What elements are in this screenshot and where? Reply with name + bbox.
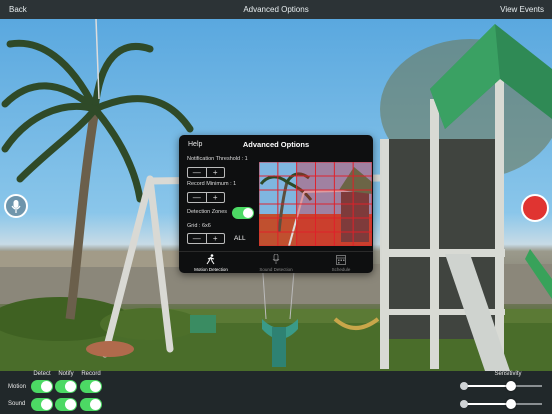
tab-label: Sound Detection <box>259 267 293 272</box>
zone-cell[interactable] <box>333 162 354 177</box>
grid-stepper: — + <box>187 233 225 244</box>
zone-cell[interactable] <box>315 203 335 219</box>
sensitivity-label: Sensitivity <box>494 371 522 377</box>
zone-cell[interactable] <box>315 189 335 205</box>
notification-threshold-stepper: — + <box>187 167 225 178</box>
panel-title: Advanced Options <box>242 140 310 149</box>
view-events-button[interactable]: View Events <box>500 5 544 14</box>
record-button[interactable] <box>521 194 549 222</box>
zone-cell[interactable] <box>315 175 335 191</box>
zone-cell[interactable] <box>296 189 316 205</box>
page-title: Advanced Options <box>243 5 309 14</box>
record-minimum-stepper: — + <box>187 192 225 203</box>
zone-cell[interactable] <box>352 162 372 177</box>
decrement-button[interactable]: — <box>188 168 206 177</box>
increment-button[interactable]: + <box>205 168 225 177</box>
tab-schedule[interactable]: Schedule <box>309 254 373 272</box>
decrement-button[interactable]: — <box>188 234 206 243</box>
slider-thumb[interactable] <box>505 381 516 391</box>
increment-button[interactable]: + <box>205 234 225 243</box>
record-column-header: Record <box>81 371 101 377</box>
zone-cell[interactable] <box>296 217 316 233</box>
slider-thumb[interactable] <box>505 399 516 409</box>
zone-cell[interactable] <box>296 231 316 246</box>
zone-cell[interactable] <box>315 231 335 246</box>
motion-detect-toggle[interactable] <box>31 380 53 393</box>
sound-sensitivity-slider[interactable] <box>460 399 542 409</box>
zone-cell[interactable] <box>333 189 354 205</box>
zone-preview <box>259 162 372 246</box>
microphone-icon <box>11 200 21 213</box>
zone-cell[interactable] <box>352 189 372 205</box>
record-minimum-label: Record Minimum : 1 <box>187 181 237 187</box>
advanced-options-panel: Help Advanced Options Notification Thres… <box>179 135 373 273</box>
grid-label: Grid : 6x6 <box>187 223 211 229</box>
detection-zone-grid[interactable] <box>259 162 372 246</box>
detection-zones-label: Detection Zones <box>187 209 228 215</box>
select-all-zones-button[interactable]: ALL <box>234 235 246 242</box>
microphone-icon <box>272 254 280 264</box>
slider-min-icon <box>460 400 468 408</box>
zone-cell[interactable] <box>333 217 354 233</box>
running-person-icon <box>206 254 215 265</box>
increment-button[interactable]: + <box>205 193 225 202</box>
sound-record-toggle[interactable] <box>80 398 102 411</box>
zone-cell[interactable] <box>333 231 354 246</box>
detection-zones-toggle[interactable] <box>232 207 254 219</box>
decrement-button[interactable]: — <box>188 193 206 202</box>
sound-notify-toggle[interactable] <box>55 398 77 411</box>
detection-controls-bar: Detect Notify Record Motion Sound Sensit… <box>0 371 552 414</box>
zone-cell[interactable] <box>352 175 372 191</box>
tab-label: Schedule <box>331 267 351 272</box>
nav-bar: Back Advanced Options View Events <box>0 0 552 19</box>
motion-sensitivity-slider[interactable] <box>460 381 542 391</box>
sound-detect-toggle[interactable] <box>31 398 53 411</box>
zone-cell[interactable] <box>333 175 354 191</box>
microphone-button[interactable] <box>4 194 28 218</box>
zone-cell[interactable] <box>352 203 372 219</box>
sound-row-label: Sound <box>8 401 26 407</box>
zone-cell[interactable] <box>296 175 316 191</box>
motion-row-label: Motion <box>8 384 27 390</box>
calendar-icon <box>336 255 346 265</box>
zone-cell[interactable] <box>352 231 372 246</box>
zone-cell[interactable] <box>315 217 335 233</box>
tab-motion-detection[interactable]: Motion Detection <box>179 254 243 272</box>
notification-threshold-label: Notification Threshold : 1 <box>187 156 248 162</box>
motion-notify-toggle[interactable] <box>55 380 77 393</box>
slider-min-icon <box>460 382 468 390</box>
zone-cell[interactable] <box>333 203 354 219</box>
zone-cell[interactable] <box>315 162 335 177</box>
zone-cell[interactable] <box>296 203 316 219</box>
tab-label: Motion Detection <box>194 267 228 272</box>
zone-cell[interactable] <box>352 217 372 233</box>
motion-record-toggle[interactable] <box>80 380 102 393</box>
slider-fill <box>464 403 511 405</box>
slider-fill <box>464 385 511 387</box>
zone-cell[interactable] <box>296 162 316 177</box>
tab-sound-detection[interactable]: Sound Detection <box>244 254 308 272</box>
panel-tab-bar: Motion Detection Sound Detection Schedul… <box>179 251 373 273</box>
